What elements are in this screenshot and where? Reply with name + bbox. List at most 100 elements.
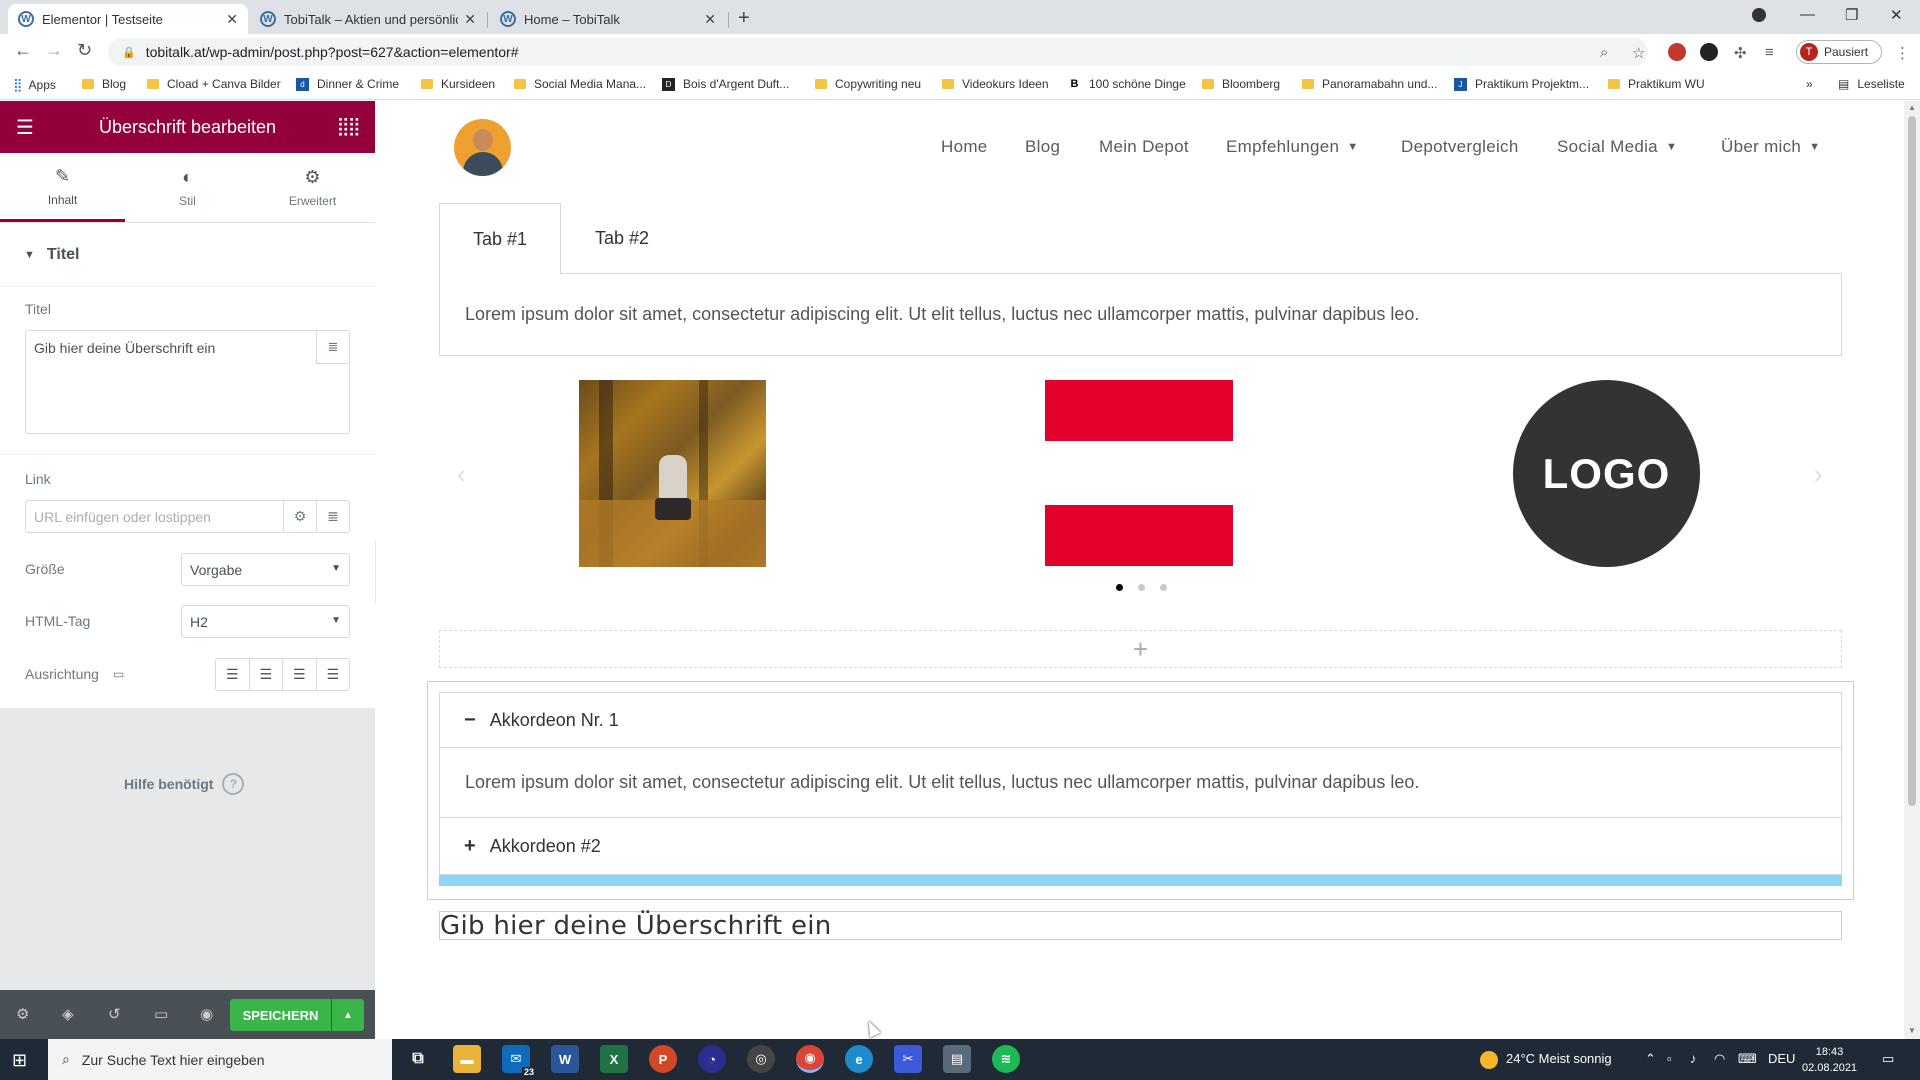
extensions-puzzle-icon[interactable]: ✣ (1734, 44, 1747, 62)
carousel-prev-arrow[interactable]: ‹ (457, 459, 466, 490)
settings-gear-icon[interactable]: ⚙ (16, 1005, 29, 1023)
content-tab-2[interactable]: Tab #2 (561, 203, 683, 273)
meet-now-icon[interactable]: ▫ (1667, 1051, 1672, 1066)
file-explorer-icon[interactable]: ▬ (453, 1045, 481, 1073)
bookmark-bois[interactable]: D Bois d'Argent Duft... (662, 77, 789, 91)
zoom-icon[interactable]: ⌕ (1600, 44, 1608, 61)
html-tag-select[interactable]: H2 ▼ (181, 605, 350, 638)
scroll-down-icon[interactable]: ▼ (1908, 1026, 1916, 1035)
accordion-item-2-header[interactable]: + Akkordeon #2 (439, 818, 1842, 875)
forward-button[interactable]: → (45, 40, 63, 61)
align-justify-icon[interactable]: ☰ (317, 659, 350, 690)
save-button[interactable]: SPEICHERN (230, 999, 331, 1031)
tab-stil[interactable]: ◐ Stil (125, 153, 250, 222)
carousel-dot[interactable] (1160, 584, 1167, 591)
back-button[interactable]: ← (14, 40, 32, 61)
bookmark-videokurs[interactable]: Videokurs Ideen (942, 77, 1049, 91)
bookmark-apps[interactable]: ⣿ Apps (13, 77, 56, 93)
spotify-icon[interactable]: ≋ (992, 1045, 1020, 1073)
more-bookmarks-icon[interactable]: » (1806, 77, 1813, 91)
section-titel-toggle[interactable]: ▼ Titel (0, 223, 375, 287)
obs-icon[interactable]: ◎ (747, 1045, 775, 1073)
close-window-button[interactable]: ✕ (1890, 6, 1903, 24)
nav-home[interactable]: Home (941, 137, 988, 157)
bookmark-blog[interactable]: Blog (82, 77, 126, 91)
firefox-icon[interactable]: ◔ (698, 1045, 726, 1073)
bookmark-praktikum-projekt[interactable]: J Praktikum Projektm... (1454, 77, 1589, 91)
nav-mein-depot[interactable]: Mein Depot (1099, 137, 1189, 157)
restore-button[interactable]: ❐ (1845, 6, 1858, 24)
carousel-dot[interactable] (1138, 584, 1145, 591)
snipping-tool-icon[interactable]: ✂ (894, 1045, 922, 1073)
site-logo[interactable] (454, 119, 511, 176)
bookmark-100-dinge[interactable]: B 100 schöne Dinge (1068, 77, 1186, 91)
hamburger-menu-icon[interactable]: ☰ (16, 115, 34, 140)
nav-social-media[interactable]: Social Media ▼ (1557, 137, 1677, 157)
mail-icon[interactable]: 23 ✉ (502, 1045, 536, 1077)
powerpoint-icon[interactable]: P (649, 1045, 677, 1073)
add-section-button[interactable]: + (439, 630, 1842, 668)
more-menu-icon[interactable]: ⋮ (1895, 44, 1910, 62)
bookmark-praktikum-wu[interactable]: Praktikum WU (1608, 77, 1705, 91)
bookmark-social-media[interactable]: Social Media Mana... (514, 77, 646, 91)
link-options-gear-icon[interactable]: ⚙ (283, 501, 316, 532)
align-left-icon[interactable]: ☰ (216, 659, 250, 690)
page-scrollbar[interactable]: ▲ ▼ (1904, 101, 1920, 1039)
language-indicator[interactable]: DEU (1768, 1051, 1795, 1066)
word-icon[interactable]: W (551, 1045, 579, 1073)
close-icon[interactable]: ✕ (464, 11, 476, 28)
nav-depotvergleich[interactable]: Depotvergleich (1401, 137, 1519, 157)
clock[interactable]: 18:43 02.08.2021 (1802, 1044, 1857, 1076)
notifications-icon[interactable]: ▭ (1882, 1051, 1894, 1067)
nav-empfehlungen[interactable]: Empfehlungen ▼ (1226, 137, 1358, 157)
title-textarea[interactable]: Gib hier deine Überschrift ein ≣ (25, 330, 350, 434)
taskbar-search[interactable]: ⌕ Zur Suche Text hier eingeben (48, 1039, 392, 1080)
close-icon[interactable]: ✕ (226, 11, 238, 28)
nav-ueber-mich[interactable]: Über mich ▼ (1721, 137, 1820, 157)
close-icon[interactable]: ✕ (704, 11, 716, 28)
preview-eye-icon[interactable]: ◉ (200, 1005, 213, 1023)
dynamic-tags-icon[interactable]: ≣ (316, 501, 349, 532)
desktop-icon[interactable]: ▭ (113, 667, 124, 681)
scroll-up-icon[interactable]: ▲ (1908, 103, 1916, 112)
minimize-button[interactable]: — (1800, 6, 1815, 23)
link-input[interactable]: URL einfügen oder lostippen ⚙ ≣ (25, 500, 350, 533)
bookmark-kursideen[interactable]: Kursideen (421, 77, 495, 91)
browser-tab-home[interactable]: W Home – TobiTalk ✕ (490, 4, 726, 34)
save-options-button[interactable]: ▲ (332, 999, 364, 1031)
heading-widget[interactable]: Gib hier deine Überschrift ein (439, 911, 1842, 941)
align-right-icon[interactable]: ☰ (283, 659, 317, 690)
bookmark-bloomberg[interactable]: Bloomberg (1202, 77, 1280, 91)
profile-button[interactable]: T Pausiert (1796, 40, 1882, 64)
reading-list[interactable]: ▤ Leseliste (1838, 77, 1905, 91)
carousel-next-arrow[interactable]: › (1814, 459, 1823, 490)
accordion-item-1-header[interactable]: − Akkordeon Nr. 1 (439, 692, 1842, 748)
volume-icon[interactable]: ♪ (1690, 1051, 1697, 1066)
new-tab-button[interactable]: + (738, 7, 750, 30)
bookmark-panoramabahn[interactable]: Panoramabahn und... (1302, 77, 1437, 91)
carousel-dot[interactable] (1116, 584, 1123, 591)
size-select[interactable]: Vorgabe ▼ (181, 553, 350, 586)
bookmark-dinner[interactable]: d Dinner & Crime (296, 77, 399, 91)
edge-icon[interactable]: e (845, 1045, 873, 1073)
weather-text[interactable]: 24°C Meist sonnig (1506, 1051, 1612, 1066)
browser-tab-elementor[interactable]: W Elementor | Testseite ✕ (8, 4, 248, 34)
chrome-icon[interactable]: ◉ (796, 1045, 824, 1073)
content-tab-1[interactable]: Tab #1 (439, 203, 561, 274)
network-icon[interactable]: ◠ (1714, 1051, 1725, 1067)
scroll-thumb[interactable] (1908, 116, 1916, 806)
keyboard-icon[interactable]: ⌨ (1738, 1051, 1757, 1067)
tab-inhalt[interactable]: ✎ Inhalt (0, 153, 125, 222)
bookmark-cload[interactable]: Cload + Canva Bilder (147, 77, 281, 91)
address-bar[interactable]: 🔒 tobitalk.at/wp-admin/post.php?post=627… (108, 38, 1648, 66)
align-center-icon[interactable]: ☰ (250, 659, 283, 690)
excel-icon[interactable]: X (600, 1045, 628, 1073)
weather-sun-icon[interactable] (1480, 1051, 1498, 1069)
notepad-icon[interactable]: ▤ (943, 1045, 971, 1073)
adblock-extension-icon[interactable] (1668, 43, 1686, 61)
nav-blog[interactable]: Blog (1025, 137, 1060, 157)
dynamic-tags-icon[interactable]: ≣ (316, 331, 349, 364)
windows-start-icon[interactable]: ⊞ (12, 1050, 27, 1071)
tray-expand-icon[interactable]: ⌃ (1645, 1051, 1656, 1067)
widgets-grid-icon[interactable]: ⣿⣿ (337, 116, 361, 137)
